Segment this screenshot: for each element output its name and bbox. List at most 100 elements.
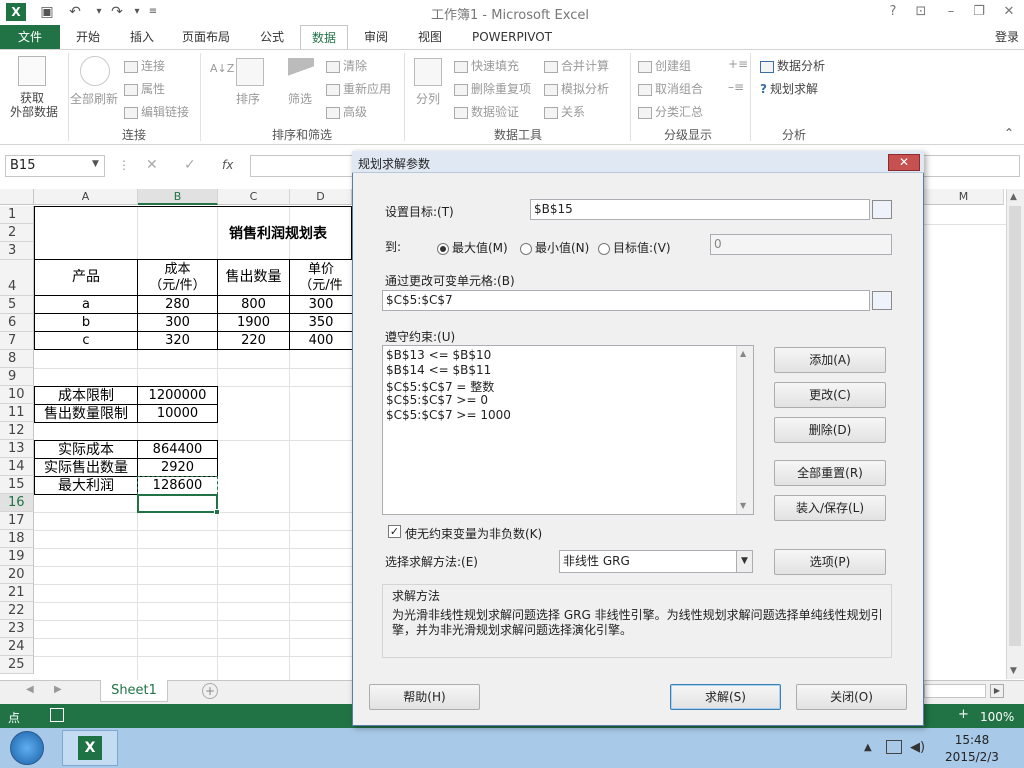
actual-cost-value[interactable]: 864400 [137,440,218,459]
windows-start-icon[interactable] [10,731,44,765]
load-save-button[interactable]: 装入/保存(L) [774,495,886,521]
row-header[interactable]: 12 [0,422,34,440]
text-to-columns-button[interactable]: 分列 [416,90,440,107]
tab-review[interactable]: 审阅 [356,25,396,49]
tab-data[interactable]: 数据 [300,25,348,49]
row-header[interactable]: 7 [0,332,34,350]
constraints-scrollbar[interactable] [736,346,753,514]
row-header[interactable]: 5 [0,296,34,314]
select-all-corner[interactable] [0,189,34,205]
insert-function-icon[interactable]: fx [222,158,233,172]
constraints-scroll-down-icon[interactable]: ▼ [740,501,746,510]
dialog-title-bar[interactable] [352,151,924,173]
macro-record-icon[interactable] [50,708,64,722]
properties-button[interactable]: 属性 [124,80,165,97]
cell-product[interactable]: c [34,331,138,350]
clear-button[interactable]: 清除 [326,57,367,74]
row-header[interactable]: 19 [0,548,34,566]
row-header[interactable]: 25 [0,656,34,674]
column-header-a[interactable]: A [34,189,138,205]
volume-icon[interactable]: ◀) [910,740,925,755]
tab-insert[interactable]: 插入 [120,25,164,49]
cell-product[interactable]: a [34,295,138,314]
horizontal-scrollbar[interactable] [924,684,986,698]
hide-detail-icon[interactable]: –≡ [728,80,744,94]
cancel-icon[interactable]: ✕ [146,157,158,173]
nonnegative-checkbox[interactable]: ✓ [388,525,401,538]
consolidate-button[interactable]: 合并计算 [544,57,609,74]
ungroup-button[interactable]: 取消组合 [638,80,703,97]
ribbon-display-icon[interactable]: ⊡ [908,2,934,22]
reapply-button[interactable]: 重新应用 [326,80,391,97]
vertical-scroll-thumb[interactable] [1009,206,1021,646]
change-constraint-button[interactable]: 更改(C) [774,382,886,408]
cell-quantity[interactable]: 800 [217,295,290,314]
constraint-item[interactable]: $C$5:$C$7 >= 0 [386,393,488,407]
tab-file[interactable]: 文件 [0,25,60,49]
row-header[interactable]: 1 [0,206,34,224]
changing-cells-input[interactable]: $C$5:$C$7 [382,290,870,311]
remove-duplicates-button[interactable]: 删除重复项 [454,80,531,97]
constraints-scroll-up-icon[interactable]: ▲ [740,349,746,358]
customize-qat-icon[interactable]: ≡ [144,3,162,21]
row-header[interactable]: 14 [0,458,34,476]
help-button[interactable]: 帮助(H) [369,684,480,710]
collapse-ribbon-icon[interactable]: ⌃ [1004,126,1014,140]
sheet-title[interactable]: 销售利润规划表 [34,206,352,260]
row-header[interactable]: 11 [0,404,34,422]
filter-button[interactable]: 筛选 [288,90,312,107]
row-header[interactable]: 10 [0,386,34,404]
column-header-b[interactable]: B [138,189,218,205]
header-price[interactable]: 单价 （元/件 [289,259,352,296]
cell-price[interactable]: 300 [289,295,352,314]
save-icon[interactable]: ▣ [38,3,56,21]
clock-time[interactable]: 15:48 [938,733,1006,747]
dialog-close-icon[interactable]: ✕ [888,154,920,171]
cell-quantity[interactable]: 1900 [217,313,290,332]
get-external-data-label[interactable]: 外部数据 [2,103,66,120]
cell-price[interactable]: 400 [289,331,352,350]
group-button[interactable]: 创建组 [638,57,691,74]
sheet-tab-sheet1[interactable]: Sheet1 [100,680,168,702]
tab-page-layout[interactable]: 页面布局 [174,25,238,49]
data-analysis-button[interactable]: 数据分析 [760,57,825,74]
actual-qty-value[interactable]: 2920 [137,458,218,477]
connections-button[interactable]: 连接 [124,57,165,74]
close-window-icon[interactable]: ✕ [996,2,1022,22]
redo-icon[interactable]: ↷ [108,3,126,21]
row-header[interactable]: 24 [0,638,34,656]
radio-min[interactable]: 最小值(N) [520,239,589,256]
column-header-m[interactable]: M [924,189,1004,205]
qty-limit-value[interactable]: 10000 [137,404,218,423]
tray-expand-icon[interactable]: ▲ [864,742,872,753]
cell-cost[interactable]: 300 [137,313,218,332]
solver-button[interactable]: ? 规划求解 [760,80,818,97]
row-header[interactable]: 8 [0,350,34,368]
help-icon[interactable]: ? [880,2,906,22]
row-header[interactable]: 9 [0,368,34,386]
constraint-item[interactable]: $B$13 <= $B$10 [386,348,491,362]
objective-input[interactable]: $B$15 [530,199,870,220]
row-header[interactable]: 13 [0,440,34,458]
scroll-right-icon[interactable]: ▶ [990,684,1004,698]
undo-dropdown-icon[interactable]: ▾ [90,3,108,21]
sort-ascending-icon[interactable]: A↓Z [210,62,234,75]
restore-icon[interactable]: ❐ [966,2,992,22]
row-header[interactable]: 6 [0,314,34,332]
row-header[interactable]: 23 [0,620,34,638]
row-header[interactable]: 16 [0,494,34,512]
cell-cost[interactable]: 280 [137,295,218,314]
target-value-input[interactable]: 0 [710,234,892,255]
cell-price[interactable]: 350 [289,313,352,332]
namebox-dropdown-icon[interactable]: ▼ [92,159,99,169]
scroll-down-icon[interactable]: ▼ [1010,666,1017,676]
row-header[interactable]: 2 [0,224,34,242]
enter-icon[interactable]: ✓ [184,157,196,173]
cost-limit-label[interactable]: 成本限制 [34,386,138,405]
max-profit-value[interactable]: 128600 [137,476,218,495]
add-constraint-button[interactable]: 添加(A) [774,347,886,373]
constraint-item[interactable]: $B$14 <= $B$11 [386,363,491,377]
constraint-item[interactable]: $C$5:$C$7 >= 1000 [386,408,511,422]
refresh-all-button[interactable]: 全部刷新 [70,90,118,107]
radio-value-of[interactable]: 目标值:(V) [598,239,671,256]
